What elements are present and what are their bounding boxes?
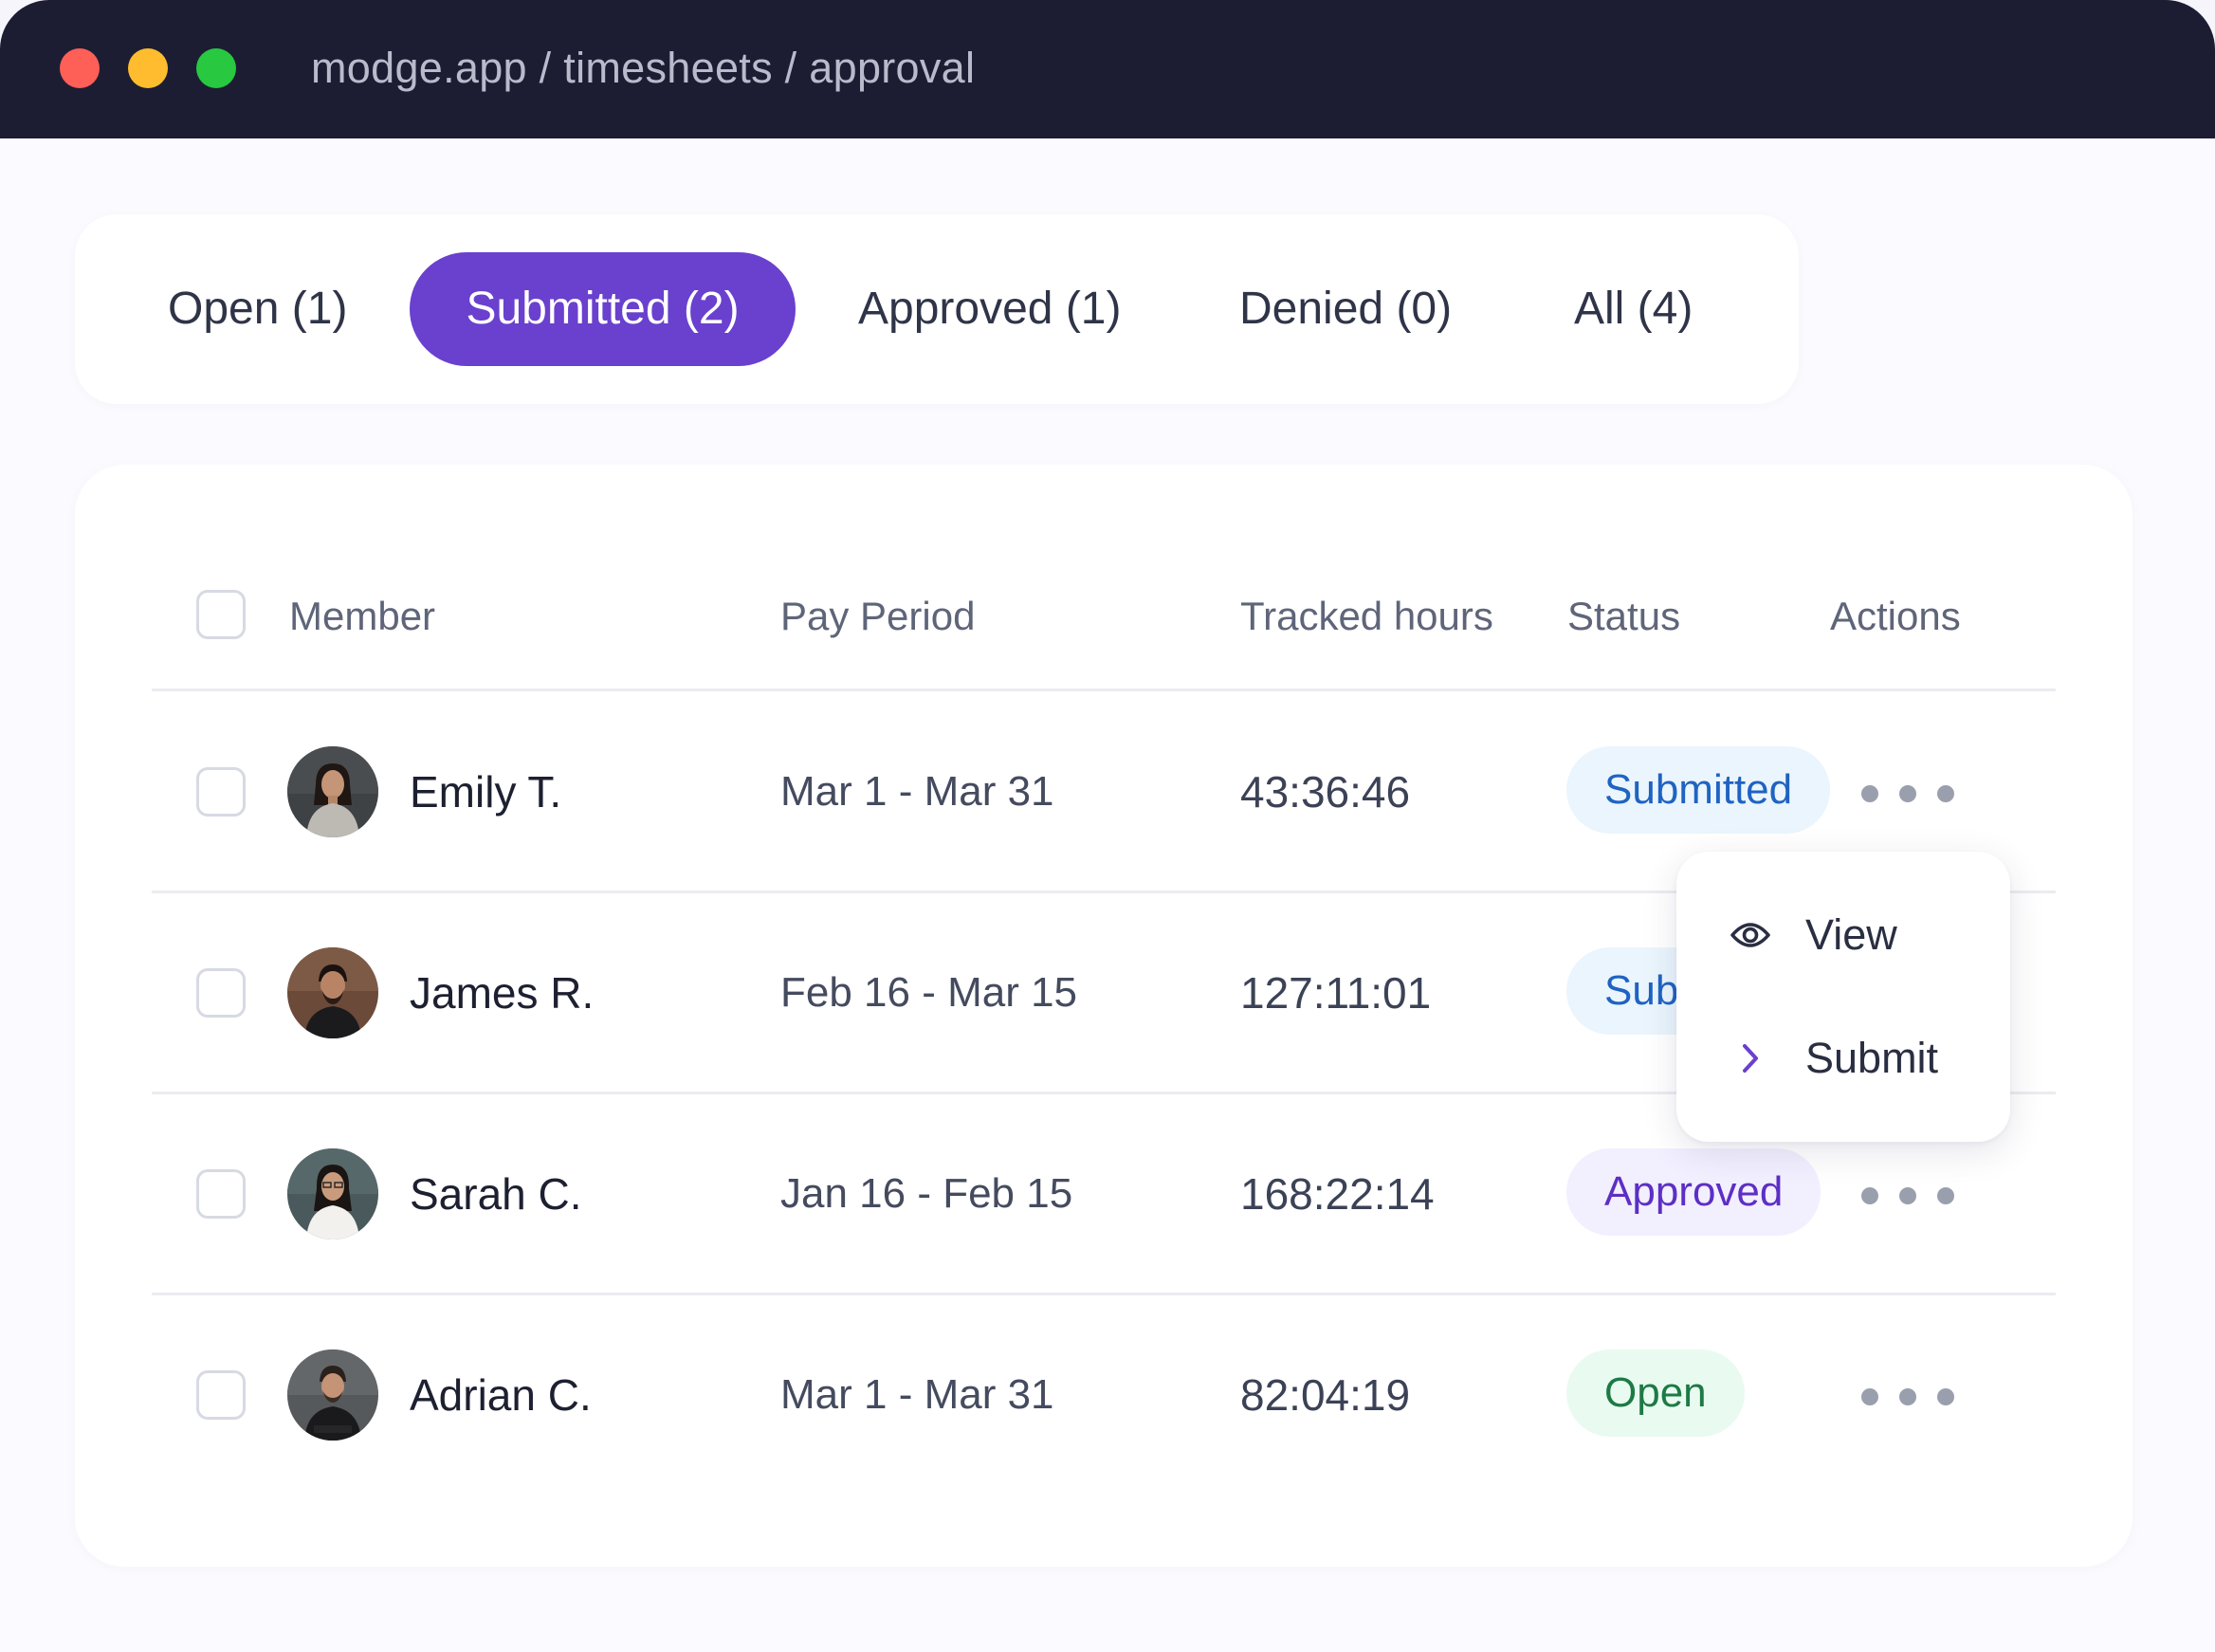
row-checkbox[interactable]	[196, 1370, 246, 1420]
column-header-status[interactable]: Status	[1567, 588, 1680, 645]
more-dots-icon	[1937, 785, 1954, 802]
more-dots-icon	[1937, 1187, 1954, 1204]
more-dots-icon	[1861, 1388, 1878, 1405]
more-actions-button[interactable]	[1861, 1177, 1975, 1215]
eye-icon	[1730, 916, 1771, 954]
url-breadcrumb: modge.app / timesheets / approval	[311, 44, 976, 92]
member-name: James R.	[410, 968, 595, 1018]
member-name: Sarah C.	[410, 1169, 582, 1219]
more-dots-icon	[1937, 1388, 1954, 1405]
maximize-window-button[interactable]	[196, 48, 236, 88]
title-bar: modge.app / timesheets / approval	[0, 0, 2215, 138]
row-actions-menu: View Submit	[1676, 852, 2010, 1142]
tab-open[interactable]: Open (1)	[168, 252, 347, 366]
pay-period: Jan 16 - Feb 15	[780, 1170, 1073, 1217]
pay-period: Feb 16 - Mar 15	[780, 969, 1078, 1016]
row-checkbox[interactable]	[196, 968, 246, 1018]
status-badge: Approved	[1566, 1148, 1821, 1236]
avatar	[287, 947, 378, 1038]
pay-period: Mar 1 - Mar 31	[780, 768, 1054, 815]
tab-submitted[interactable]: Submitted (2)	[410, 252, 796, 366]
column-header-tracked-hours[interactable]: Tracked hours	[1240, 588, 1493, 645]
member-name: Adrian C.	[410, 1370, 592, 1420]
status-badge: Open	[1566, 1349, 1745, 1437]
status-badge: Submitted	[1566, 746, 1831, 834]
menu-item-view[interactable]: View	[1676, 888, 2010, 982]
more-dots-icon	[1899, 785, 1916, 802]
app-window: modge.app / timesheets / approval Open (…	[0, 0, 2215, 1652]
minimize-window-button[interactable]	[128, 48, 168, 88]
more-dots-icon	[1899, 1388, 1916, 1405]
tab-all[interactable]: All (4)	[1574, 252, 1693, 366]
select-all-checkbox[interactable]	[196, 590, 246, 639]
more-actions-button[interactable]	[1861, 1378, 1975, 1416]
status-tabs: Open (1) Submitted (2) Approved (1) Deni…	[75, 214, 1799, 404]
more-dots-icon	[1861, 785, 1878, 802]
column-header-actions: Actions	[1830, 594, 1961, 638]
column-header-pay-period[interactable]: Pay Period	[780, 588, 975, 645]
column-header-member[interactable]: Member	[289, 588, 435, 645]
close-window-button[interactable]	[60, 48, 100, 88]
table-row[interactable]: Adrian C. Mar 1 - Mar 31 82:04:19 Open	[75, 1294, 2133, 1496]
pay-period: Mar 1 - Mar 31	[780, 1371, 1054, 1418]
tracked-hours: 82:04:19	[1240, 1370, 1411, 1420]
more-dots-icon	[1861, 1187, 1878, 1204]
tracked-hours: 127:11:01	[1240, 968, 1432, 1018]
more-dots-icon	[1899, 1187, 1916, 1204]
menu-item-submit[interactable]: Submit	[1676, 1011, 2010, 1106]
menu-item-submit-label: Submit	[1805, 1034, 1939, 1082]
tracked-hours: 168:22:14	[1240, 1169, 1435, 1219]
row-checkbox[interactable]	[196, 767, 246, 817]
avatar	[287, 1148, 378, 1239]
member-name: Emily T.	[410, 767, 562, 817]
more-actions-button[interactable]	[1861, 775, 1975, 813]
menu-item-view-label: View	[1805, 910, 1897, 959]
avatar	[287, 1349, 378, 1441]
tracked-hours: 43:36:46	[1240, 767, 1411, 817]
chevron-right-icon	[1730, 1039, 1771, 1077]
tab-approved[interactable]: Approved (1)	[858, 252, 1121, 366]
tab-denied[interactable]: Denied (0)	[1239, 252, 1452, 366]
avatar	[287, 746, 378, 837]
row-checkbox[interactable]	[196, 1169, 246, 1219]
